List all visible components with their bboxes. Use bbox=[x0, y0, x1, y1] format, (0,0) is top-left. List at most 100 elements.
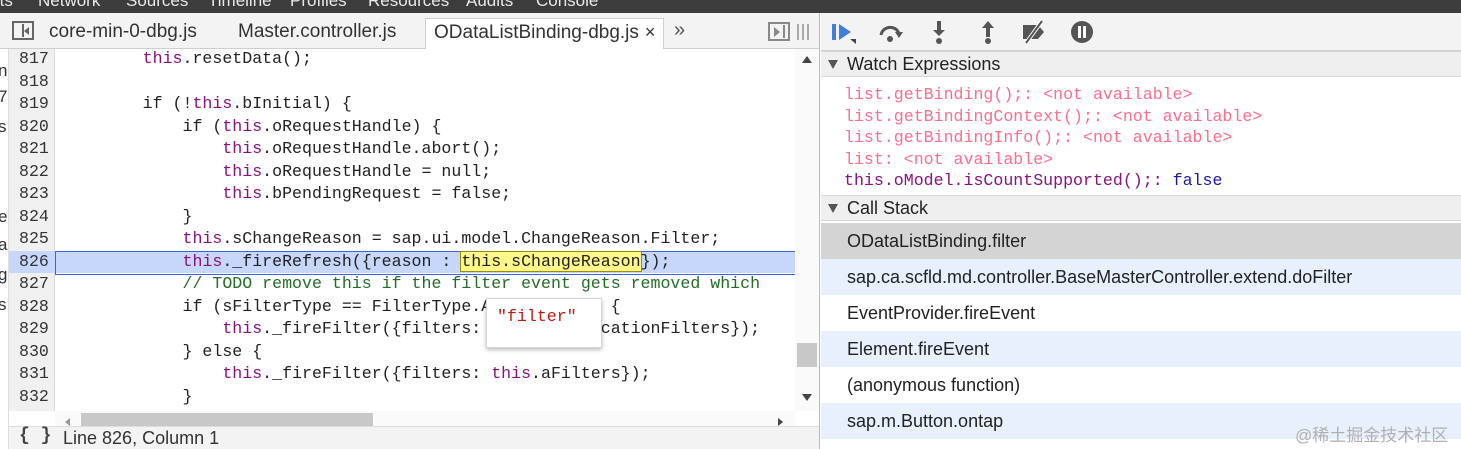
code-token: this bbox=[222, 184, 263, 203]
line-number[interactable]: 822 bbox=[9, 161, 55, 184]
call-stack-title: Call Stack bbox=[847, 198, 929, 218]
navigator-fragment: e bbox=[0, 207, 7, 227]
tab-label: ODataListBinding-dbg.js bbox=[434, 22, 639, 43]
deactivate-breakpoints-icon[interactable] bbox=[1020, 19, 1048, 45]
code-line[interactable]: 817 this.resetData(); bbox=[9, 49, 795, 71]
code-editor[interactable]: 817 this.resetData(); 818 819 if (!this.bI… bbox=[9, 49, 795, 411]
devtools-tab[interactable]: Timeline bbox=[208, 0, 272, 11]
resume-icon[interactable] bbox=[830, 19, 858, 45]
watch-expression[interactable]: list.getBindingContext();: <not availabl… bbox=[844, 106, 1262, 127]
hovered-expression[interactable]: this.sChangeReason bbox=[460, 250, 642, 272]
line-number[interactable]: 831 bbox=[9, 363, 55, 386]
tab-core-min-0-dbg[interactable]: core-min-0-dbg.js bbox=[49, 21, 197, 49]
scroll-up-icon[interactable] bbox=[802, 56, 812, 63]
watch-expression[interactable]: list.getBindingInfo();: <not available> bbox=[844, 127, 1232, 148]
watch-expression-value: <not available> bbox=[1043, 85, 1193, 104]
pause-on-exceptions-icon[interactable] bbox=[1069, 19, 1097, 45]
scroll-left-icon[interactable] bbox=[65, 418, 70, 426]
code-token: .aFilters}); bbox=[531, 364, 651, 383]
line-number[interactable]: 829 bbox=[9, 318, 55, 341]
call-frame[interactable]: sap.ca.scfld.md.controller.BaseMasterCon… bbox=[821, 259, 1461, 295]
tab-master-controller[interactable]: Master.controller.js bbox=[238, 21, 396, 49]
scroll-down-icon[interactable] bbox=[802, 394, 812, 401]
code-text: this.bPendingRequest = false; bbox=[63, 183, 511, 206]
line-number[interactable]: 833 bbox=[9, 408, 55, 411]
code-line[interactable]: 822 this.oRequestHandle = null; bbox=[9, 161, 795, 184]
watch-expressions-header[interactable]: Watch Expressions bbox=[821, 51, 1461, 77]
code-line[interactable]: 818 bbox=[9, 71, 795, 94]
close-tab-icon[interactable]: × bbox=[645, 22, 656, 42]
step-out-icon[interactable] bbox=[974, 19, 1002, 45]
line-number[interactable]: 825 bbox=[9, 228, 55, 251]
code-token: } else { bbox=[63, 341, 263, 361]
devtools-tab[interactable]: Profiles bbox=[290, 0, 347, 11]
devtools-tab[interactable]: Sources bbox=[126, 0, 188, 11]
editor-statusbar: { } Line 826, Column 1 bbox=[9, 426, 819, 449]
code-line[interactable]: 832 } bbox=[9, 386, 795, 409]
code-line[interactable]: 829 this._fireFilter({filters: this.aApp… bbox=[9, 318, 795, 341]
code-line[interactable]: 821 this.oRequestHandle.abort(); bbox=[9, 138, 795, 161]
line-number[interactable]: 826 bbox=[9, 251, 55, 274]
watch-expression[interactable]: list: <not available> bbox=[844, 149, 1053, 170]
line-number[interactable]: 819 bbox=[9, 93, 55, 116]
watch-expression[interactable]: this.oModel.isCountSupported();: false bbox=[844, 170, 1222, 191]
line-number[interactable]: 832 bbox=[9, 386, 55, 409]
code-text: this._fireRefresh({reason : this.sChange… bbox=[63, 250, 670, 274]
code-line[interactable]: 819 if (!this.bInitial) { bbox=[9, 93, 795, 116]
code-line[interactable]: 830 } else { bbox=[9, 341, 795, 364]
call-frame[interactable]: EventProvider.fireEvent bbox=[821, 295, 1461, 331]
code-line[interactable]: 831 this._fireFilter({filters: this.aFil… bbox=[9, 363, 795, 386]
devtools-main-tabbar: rts Network Sources Timeline Profiles Resourc… bbox=[0, 0, 1461, 13]
devtools-tab[interactable]: rts bbox=[0, 0, 13, 11]
navigator-fragment: s bbox=[0, 117, 7, 137]
tab-odatalistbinding-dbg[interactable]: ODataListBinding-dbg.js × bbox=[425, 18, 665, 50]
code-token: } bbox=[63, 386, 193, 406]
tab-label: Master.controller.js bbox=[238, 21, 397, 42]
line-number[interactable]: 817 bbox=[9, 49, 55, 71]
call-frame-selected[interactable]: ODataListBinding.filter bbox=[821, 223, 1461, 259]
code-token: ._fireFilter({filters: bbox=[262, 364, 492, 383]
line-number[interactable]: 824 bbox=[9, 206, 55, 229]
line-number[interactable]: 828 bbox=[9, 296, 55, 319]
watch-separator: : bbox=[883, 149, 904, 169]
line-number[interactable]: 830 bbox=[9, 341, 55, 364]
code-token: this bbox=[142, 49, 183, 68]
devtools-tab[interactable]: Network bbox=[38, 0, 100, 11]
watch-expression-value: <not available> bbox=[903, 149, 1054, 169]
watch-expression[interactable]: list.getBinding();: <not available> bbox=[844, 84, 1193, 105]
code-line[interactable]: 825 this.sChangeReason = sap.ui.model.Ch… bbox=[9, 228, 795, 251]
step-over-icon[interactable] bbox=[877, 19, 905, 45]
code-line[interactable]: 823 this.bPendingRequest = false; bbox=[9, 183, 795, 206]
code-token: this bbox=[222, 116, 263, 136]
vertical-scrollbar[interactable] bbox=[795, 49, 819, 411]
call-stack-header[interactable]: Call Stack bbox=[821, 195, 1461, 221]
code-line[interactable]: 827 // TODO remove this if the filter ev… bbox=[9, 273, 795, 296]
line-number[interactable]: 818 bbox=[9, 71, 55, 94]
execution-line[interactable]: 826 this._fireRefresh({reason : this.sCh… bbox=[9, 250, 795, 274]
call-frame[interactable]: Element.fireEvent bbox=[821, 331, 1461, 367]
navigator-fragment: g bbox=[0, 265, 7, 285]
devtools-tab[interactable]: Audits bbox=[466, 0, 513, 11]
code-line[interactable]: 828 if (sFilterType == FilterType.Applic… bbox=[9, 296, 795, 319]
pretty-print-button[interactable]: { } bbox=[19, 426, 51, 446]
show-navigator-icon[interactable] bbox=[12, 21, 34, 40]
devtools-tab[interactable]: Console bbox=[536, 0, 598, 11]
toggle-debugger-sidebar-icon[interactable] bbox=[768, 22, 790, 41]
line-number[interactable]: 823 bbox=[9, 183, 55, 206]
line-number[interactable]: 827 bbox=[9, 273, 55, 296]
step-into-icon[interactable] bbox=[925, 19, 953, 45]
line-number[interactable]: 821 bbox=[9, 138, 55, 161]
more-tabs-icon[interactable]: » bbox=[674, 19, 685, 42]
devtools-tab[interactable]: Resources bbox=[368, 0, 449, 11]
line-number[interactable]: 820 bbox=[9, 116, 55, 139]
watch-expression-name: this.oModel.isCountSupported(); bbox=[844, 171, 1153, 191]
vertical-scroll-thumb[interactable] bbox=[797, 343, 817, 367]
call-frame[interactable]: (anonymous function) bbox=[821, 367, 1461, 403]
scroll-right-icon[interactable] bbox=[778, 418, 783, 426]
code-text: } bbox=[63, 386, 192, 409]
code-line[interactable]: 820 if (this.oRequestHandle) { bbox=[9, 116, 795, 139]
navigator-fragment: s bbox=[0, 295, 7, 315]
code-line[interactable]: 824 } bbox=[9, 206, 795, 229]
expanded-triangle-icon bbox=[828, 204, 838, 213]
panel-grip-icon[interactable] bbox=[797, 24, 809, 40]
